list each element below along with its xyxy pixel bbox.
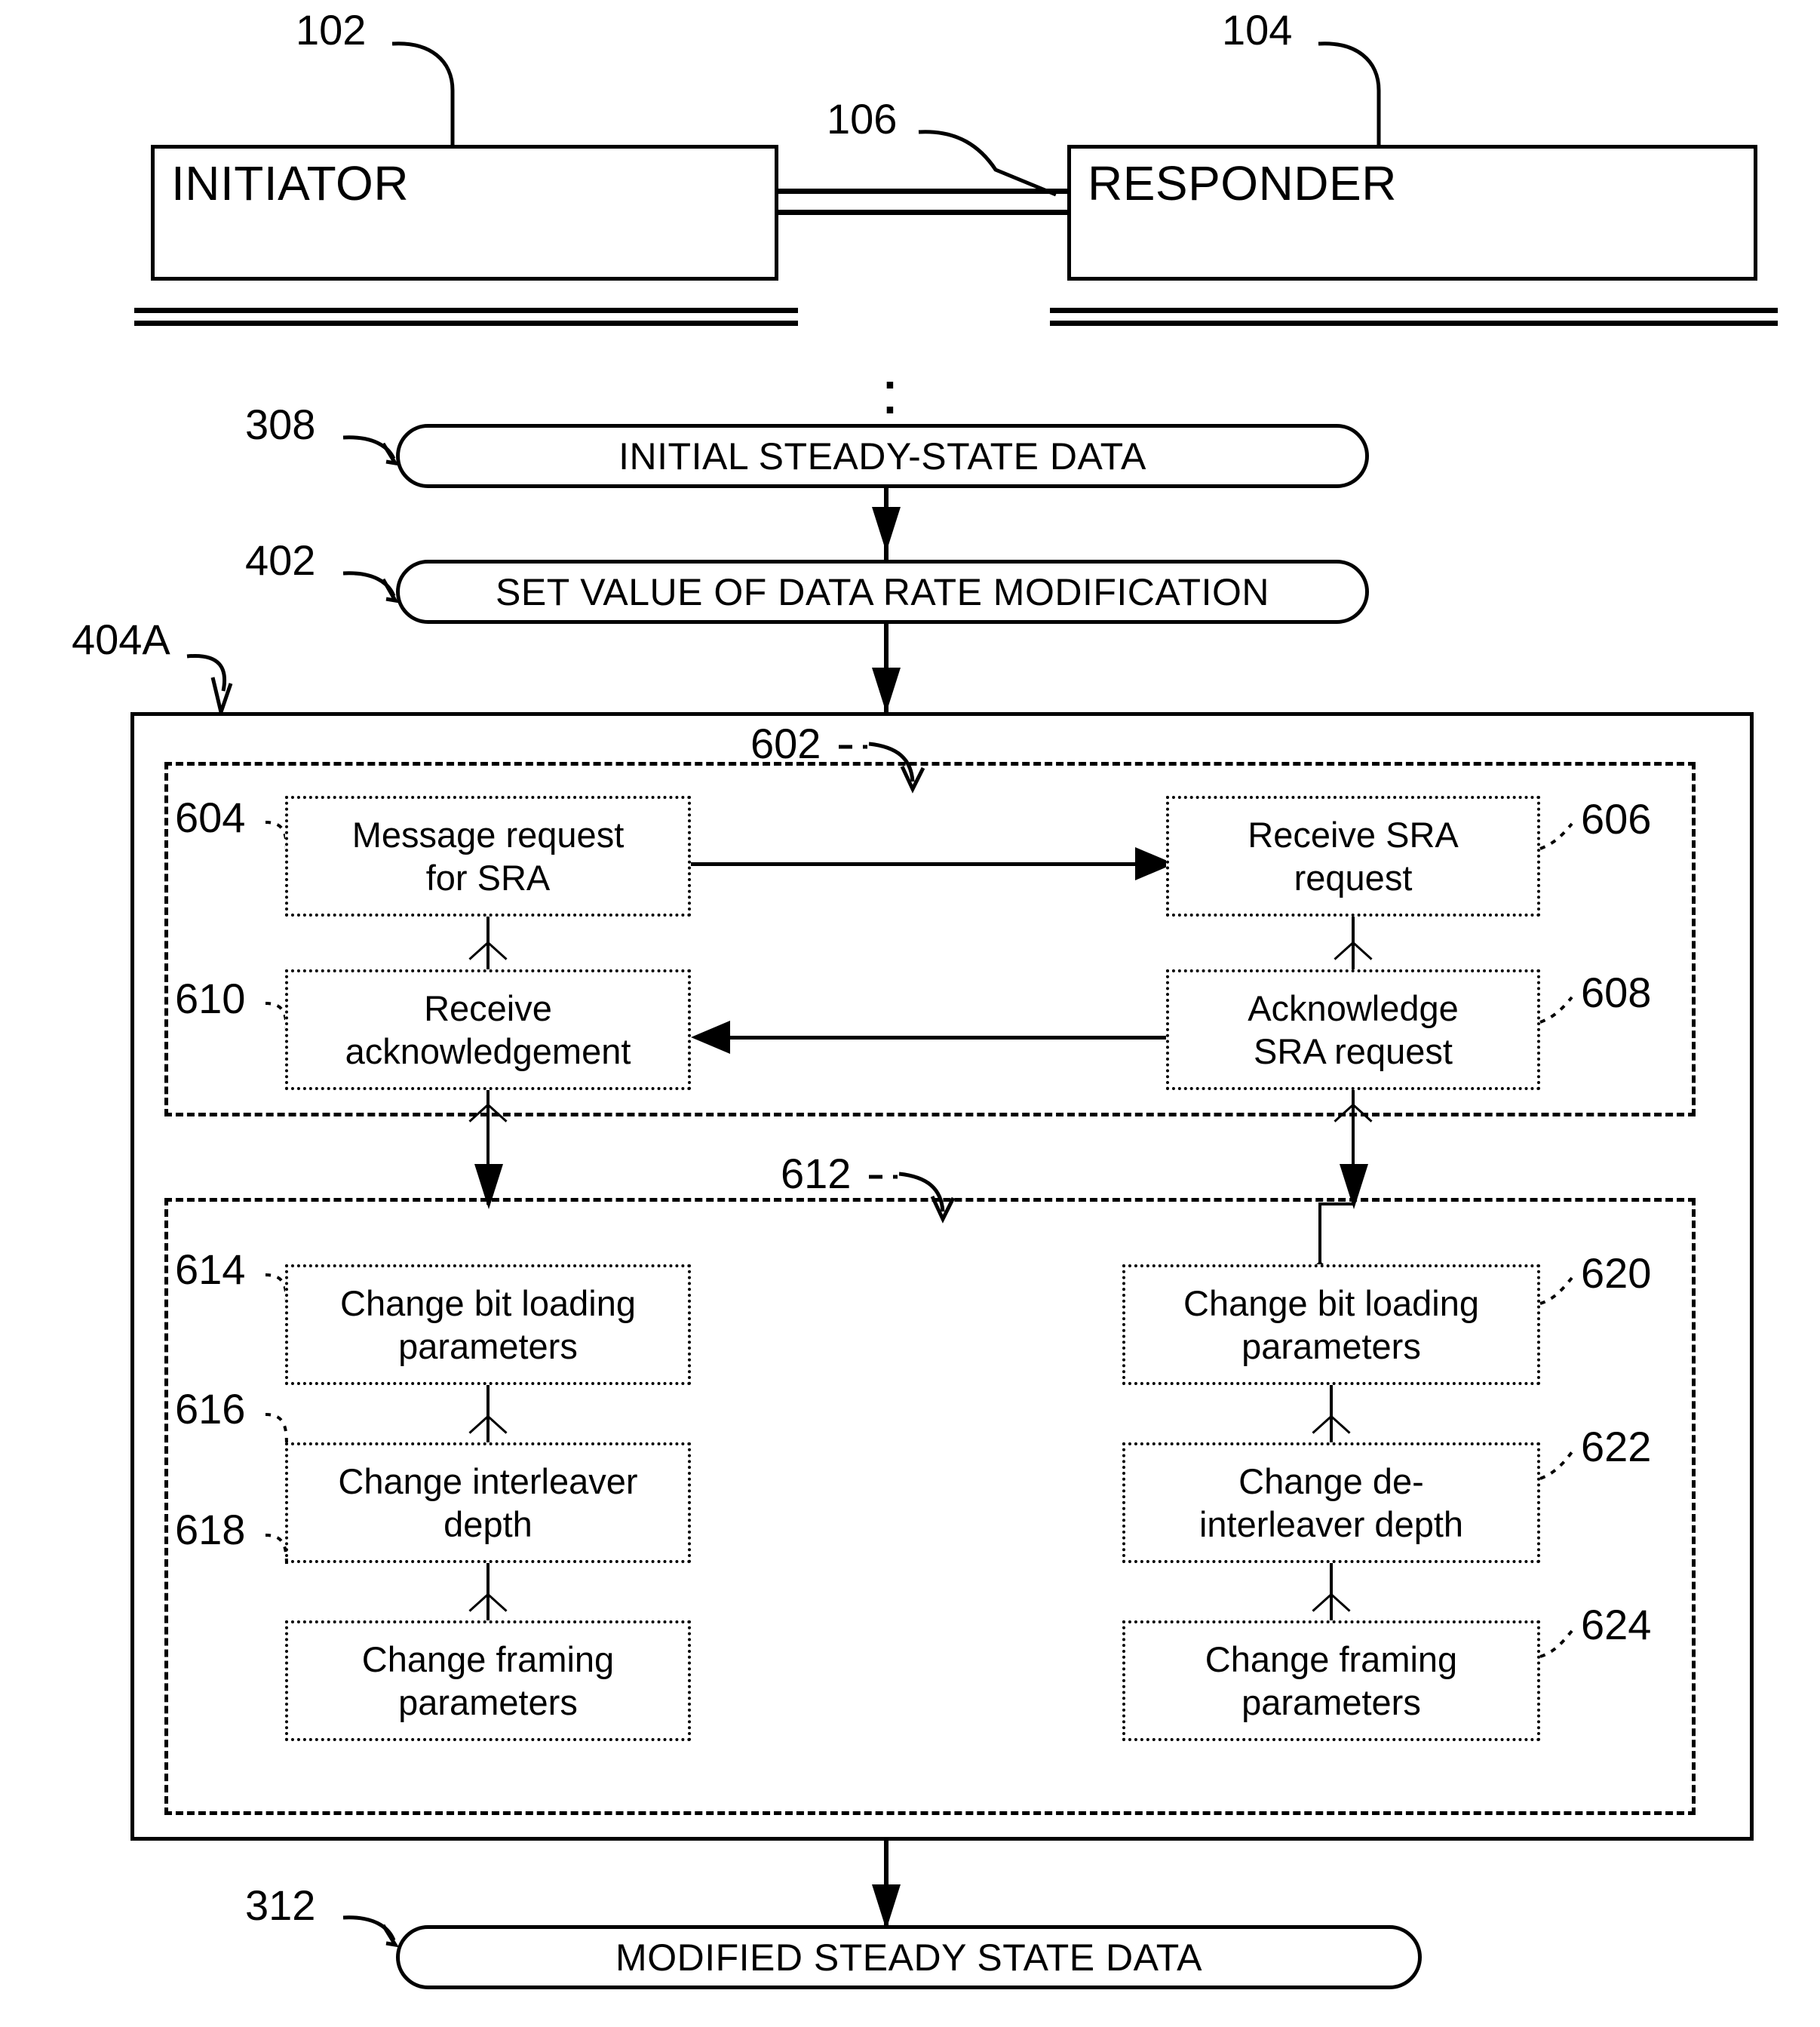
terminal-312-label: MODIFIED STEADY STATE DATA — [615, 1936, 1202, 1979]
patent-figure-canvas: 102 INITIATOR 106 104 RESPONDER ... 308 … — [0, 0, 1820, 2027]
terminal-312-modified-steady-state-data: MODIFIED STEADY STATE DATA — [396, 1925, 1422, 1989]
leader-line-312 — [342, 1915, 400, 1948]
